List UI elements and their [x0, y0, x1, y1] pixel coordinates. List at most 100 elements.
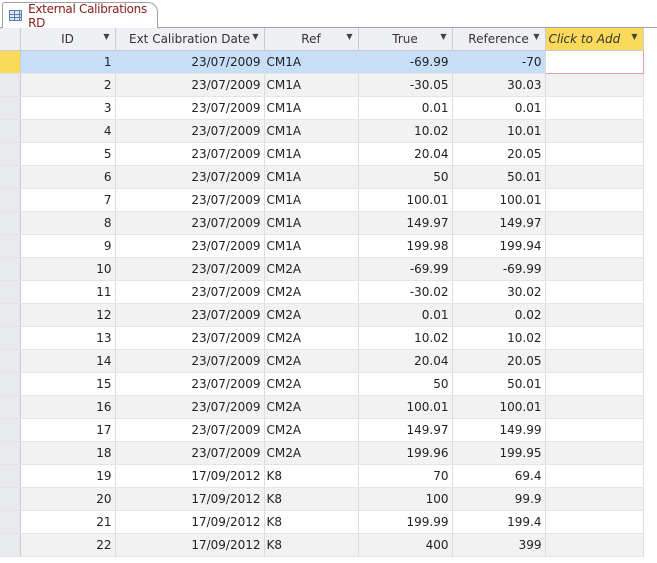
cell-id[interactable]: 21	[20, 510, 116, 534]
cell-ext-calibration-date[interactable]: 23/07/2009	[115, 441, 265, 465]
cell-ref[interactable]: CM2A	[264, 280, 359, 304]
cell-click-to-add[interactable]	[545, 533, 644, 557]
cell-reference[interactable]: 100.01	[452, 188, 546, 212]
table-row[interactable]: 19 17/09/2012 K8 70 69.4	[0, 464, 644, 488]
cell-true[interactable]: -30.02	[358, 280, 453, 304]
row-selector[interactable]	[0, 510, 21, 534]
cell-ext-calibration-date[interactable]: 17/09/2012	[115, 487, 265, 511]
cell-ext-calibration-date[interactable]: 17/09/2012	[115, 533, 265, 557]
cell-ref[interactable]: CM1A	[264, 165, 359, 189]
row-selector[interactable]	[0, 349, 21, 373]
row-selector[interactable]	[0, 372, 21, 396]
table-row[interactable]: 18 23/07/2009 CM2A 199.96 199.95	[0, 441, 644, 465]
row-selector[interactable]	[0, 280, 21, 304]
cell-ref[interactable]: CM2A	[264, 257, 359, 281]
cell-reference[interactable]: 199.4	[452, 510, 546, 534]
cell-true[interactable]: 10.02	[358, 119, 453, 143]
cell-id[interactable]: 15	[20, 372, 116, 396]
cell-ext-calibration-date[interactable]: 17/09/2012	[115, 464, 265, 488]
cell-ext-calibration-date[interactable]: 23/07/2009	[115, 211, 265, 235]
tab-external-calibrations-rd[interactable]: External Calibrations RD	[2, 2, 158, 30]
cell-reference[interactable]: 0.01	[452, 96, 546, 120]
cell-click-to-add[interactable]	[545, 349, 644, 373]
cell-true[interactable]: 20.04	[358, 142, 453, 166]
cell-id[interactable]: 6	[20, 165, 116, 189]
cell-true[interactable]: 70	[358, 464, 453, 488]
cell-click-to-add[interactable]	[545, 211, 644, 235]
select-all-corner[interactable]	[0, 28, 21, 51]
cell-reference[interactable]: 99.9	[452, 487, 546, 511]
cell-ref[interactable]: K8	[264, 510, 359, 534]
table-row[interactable]: 21 17/09/2012 K8 199.99 199.4	[0, 510, 644, 534]
cell-ext-calibration-date[interactable]: 23/07/2009	[115, 280, 265, 304]
row-selector[interactable]	[0, 73, 21, 97]
cell-click-to-add[interactable]	[545, 165, 644, 189]
cell-click-to-add[interactable]	[545, 142, 644, 166]
row-selector[interactable]	[0, 441, 21, 465]
cell-id[interactable]: 20	[20, 487, 116, 511]
cell-true[interactable]: 0.01	[358, 303, 453, 327]
cell-id[interactable]: 5	[20, 142, 116, 166]
column-header-ref[interactable]: Ref ▼	[264, 28, 359, 51]
cell-ref[interactable]: CM2A	[264, 303, 359, 327]
table-row[interactable]: 11 23/07/2009 CM2A -30.02 30.02	[0, 280, 644, 304]
cell-reference[interactable]: 399	[452, 533, 546, 557]
cell-ext-calibration-date[interactable]: 23/07/2009	[115, 96, 265, 120]
cell-ext-calibration-date[interactable]: 23/07/2009	[115, 257, 265, 281]
row-selector[interactable]	[0, 96, 21, 120]
cell-click-to-add[interactable]	[545, 280, 644, 304]
cell-reference[interactable]: 149.99	[452, 418, 546, 442]
cell-reference[interactable]: -69.99	[452, 257, 546, 281]
row-selector[interactable]	[0, 257, 21, 281]
table-row[interactable]: 7 23/07/2009 CM1A 100.01 100.01	[0, 188, 644, 212]
cell-ref[interactable]: CM1A	[264, 73, 359, 97]
table-row[interactable]: 22 17/09/2012 K8 400 399	[0, 533, 644, 557]
cell-ext-calibration-date[interactable]: 23/07/2009	[115, 326, 265, 350]
row-selector[interactable]	[0, 533, 21, 557]
cell-ref[interactable]: CM1A	[264, 142, 359, 166]
click-to-add-column[interactable]: Click to Add ▼	[545, 28, 644, 51]
table-row[interactable]: 8 23/07/2009 CM1A 149.97 149.97	[0, 211, 644, 235]
column-header-id[interactable]: ID ▼	[20, 28, 116, 51]
cell-ext-calibration-date[interactable]: 23/07/2009	[115, 165, 265, 189]
cell-ref[interactable]: CM2A	[264, 326, 359, 350]
cell-ref[interactable]: CM2A	[264, 372, 359, 396]
cell-true[interactable]: 100.01	[358, 188, 453, 212]
cell-id[interactable]: 16	[20, 395, 116, 419]
cell-id[interactable]: 13	[20, 326, 116, 350]
cell-id[interactable]: 3	[20, 96, 116, 120]
table-row[interactable]: 1 23/07/2009 CM1A -69.99 -70	[0, 49, 644, 74]
cell-true[interactable]: 50	[358, 165, 453, 189]
table-row[interactable]: 17 23/07/2009 CM2A 149.97 149.99	[0, 418, 644, 442]
cell-true[interactable]: -69.99	[358, 257, 453, 281]
cell-true[interactable]: 199.98	[358, 234, 453, 258]
cell-ext-calibration-date[interactable]: 23/07/2009	[115, 395, 265, 419]
cell-reference[interactable]: 10.02	[452, 326, 546, 350]
cell-ref[interactable]: CM2A	[264, 441, 359, 465]
cell-reference[interactable]: 199.95	[452, 441, 546, 465]
cell-click-to-add[interactable]	[545, 96, 644, 120]
cell-id[interactable]: 4	[20, 119, 116, 143]
cell-id[interactable]: 10	[20, 257, 116, 281]
dropdown-arrow-icon[interactable]: ▼	[440, 32, 446, 41]
table-row[interactable]: 2 23/07/2009 CM1A -30.05 30.03	[0, 73, 644, 97]
cell-reference[interactable]: 10.01	[452, 119, 546, 143]
cell-reference[interactable]: 69.4	[452, 464, 546, 488]
cell-id[interactable]: 8	[20, 211, 116, 235]
cell-ext-calibration-date[interactable]: 23/07/2009	[115, 418, 265, 442]
cell-click-to-add[interactable]	[545, 119, 644, 143]
cell-ext-calibration-date[interactable]: 23/07/2009	[115, 372, 265, 396]
cell-reference[interactable]: 50.01	[452, 165, 546, 189]
cell-ext-calibration-date[interactable]: 23/07/2009	[115, 349, 265, 373]
cell-true[interactable]: 100	[358, 487, 453, 511]
cell-true[interactable]: 199.99	[358, 510, 453, 534]
table-row[interactable]: 14 23/07/2009 CM2A 20.04 20.05	[0, 349, 644, 373]
cell-ref[interactable]: CM1A	[264, 188, 359, 212]
cell-ext-calibration-date[interactable]: 23/07/2009	[115, 142, 265, 166]
cell-ref[interactable]: CM2A	[264, 418, 359, 442]
cell-click-to-add[interactable]	[545, 73, 644, 97]
cell-ext-calibration-date[interactable]: 23/07/2009	[115, 188, 265, 212]
table-row[interactable]: 4 23/07/2009 CM1A 10.02 10.01	[0, 119, 644, 143]
cell-id[interactable]: 1	[20, 50, 116, 74]
table-row[interactable]: 15 23/07/2009 CM2A 50 50.01	[0, 372, 644, 396]
